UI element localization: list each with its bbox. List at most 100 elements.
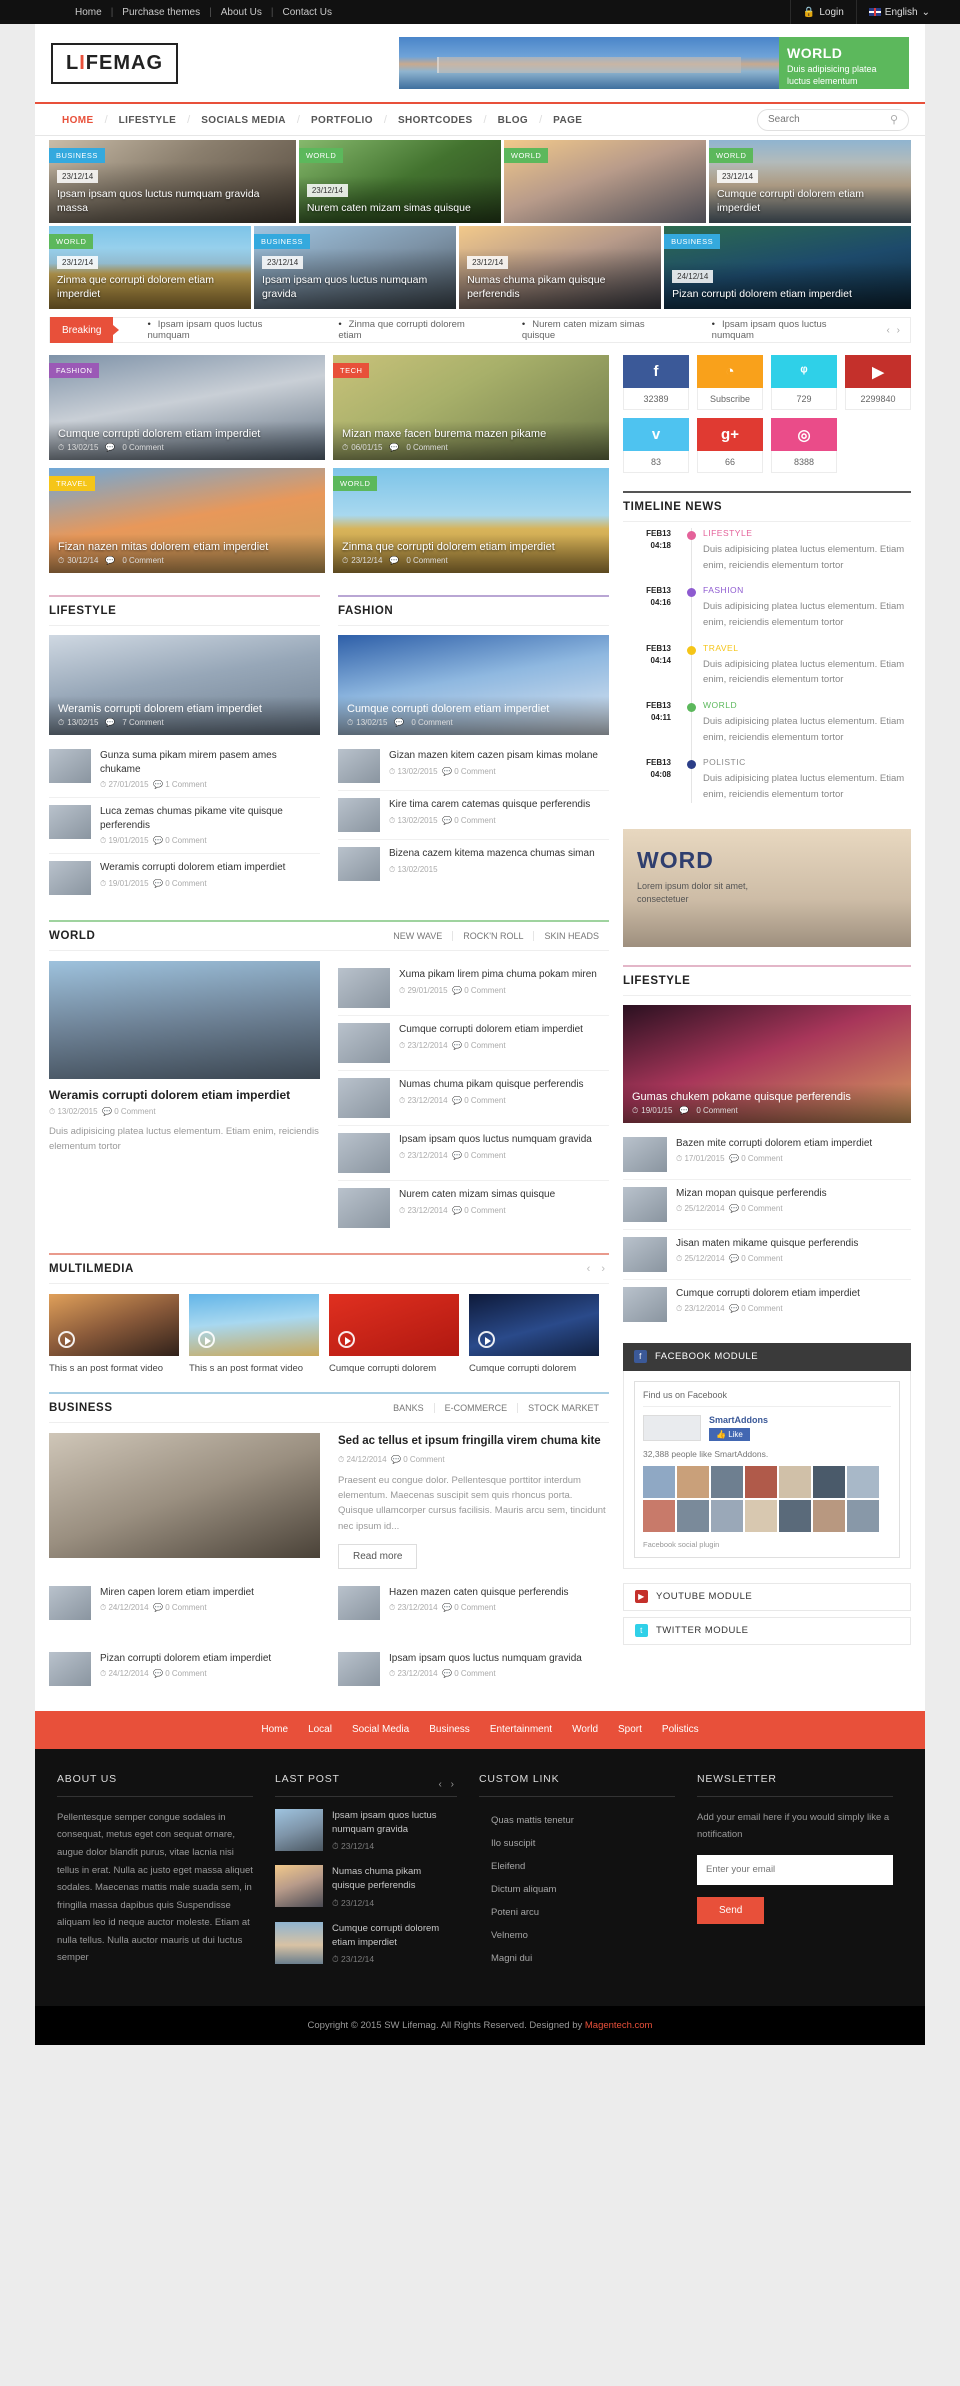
list-item[interactable]: Xuma pikam lirem pima chuma pokam miren⏱… [338,961,609,1016]
list-item[interactable]: Gunza suma pikam mirem pasem ames chukam… [49,742,320,798]
search-input[interactable] [768,114,890,125]
header-banner[interactable]: WORLD Duis adipisicing platea luctus ele… [399,37,909,89]
footer-post[interactable]: Cumque corrupti dolorem etiam imperdiet⏱… [275,1922,457,1966]
featured-post[interactable]: FASHION Cumque corrupti dolorem etiam im… [49,355,325,460]
post-title[interactable]: Cumque corrupti dolorem etiam imperdiet [347,703,600,715]
custom-link-item[interactable]: Poteni arcu [479,1901,675,1924]
timeline-category[interactable]: POLISTIC [703,757,911,767]
read-more-button[interactable]: Read more [338,1544,417,1569]
post-title[interactable]: Nurem caten mizam simas quisque [399,1188,555,1202]
timeline-item[interactable]: FEB1304:16 FASHIONDuis adipisicing plate… [623,585,911,642]
post-title[interactable]: Weramis corrupti dolorem etiam imperdiet [100,861,285,875]
post-title[interactable]: Ipsam ipsam quos luctus numquam gravida [332,1809,457,1837]
hero-tile[interactable]: WORLD [504,140,706,223]
hero-tile[interactable]: WORLD 23/12/14 Cumque corrupti dolorem e… [709,140,911,223]
module-youtube-header[interactable]: ▶ YOUTUBE MODULE [623,1583,911,1611]
top-link-about[interactable]: About Us [212,7,271,18]
post-title[interactable]: Ipsam ipsam quos luctus numquam gravida [399,1133,592,1147]
social-vimeo[interactable]: v83 [623,418,689,473]
timeline-category[interactable]: TRAVEL [703,643,911,653]
post-title[interactable]: Fizan nazen mitas dolorem etiam imperdie… [58,541,316,553]
tab-e-commerce[interactable]: E-COMMERCE [434,1403,518,1413]
list-item[interactable]: Bazen mite corrupti dolorem etiam imperd… [623,1130,911,1180]
feature-image[interactable] [49,1433,320,1558]
footer-nav-world[interactable]: World [562,1724,608,1735]
category-badge[interactable]: WORLD [333,476,377,491]
featured-post[interactable]: WORLD Zinma que corrupti dolorem etiam i… [333,468,609,573]
post-title[interactable]: Pizan corrupti dolorem etiam imperdiet [100,1652,271,1666]
post-title[interactable]: Nurem caten mizam simas quisque [307,201,493,215]
newsletter-send-button[interactable]: Send [697,1897,764,1924]
carousel-arrows[interactable]: ‹ › [587,1263,609,1275]
custom-link-item[interactable]: Ilo suscipit [479,1832,675,1855]
post-title[interactable]: Miren capen lorem etiam imperdiet [100,1586,254,1600]
list-item[interactable]: Miren capen lorem etiam imperdiet⏱ 24/12… [49,1579,320,1627]
nav-item-lifestyle[interactable]: LIFESTYLE [108,114,188,126]
timeline-item[interactable]: FEB1304:14 TRAVELDuis adipisicing platea… [623,643,911,700]
list-item[interactable]: Nurem caten mizam simas quisque⏱ 23/12/2… [338,1181,609,1235]
widget-hero-post[interactable]: Gumas chukem pokame quisque perferendis … [623,1005,911,1123]
post-title[interactable]: Cumque corrupti dolorem etiam imperdiet [676,1287,860,1301]
post-title[interactable]: Ipsam ipsam quos luctus numquam gravida [389,1652,582,1666]
post-title[interactable]: Numas chuma pikam quisque perferendis [332,1865,457,1893]
site-logo[interactable]: LIFEMAG [51,43,178,84]
nav-item-page[interactable]: PAGE [542,114,593,126]
post-title[interactable]: Bazen mite corrupti dolorem etiam imperd… [676,1137,872,1151]
list-item[interactable]: Cumque corrupti dolorem etiam imperdiet⏱… [338,1016,609,1071]
post-title[interactable]: Kire tima carem catemas quisque perferen… [389,798,590,812]
tab-rock-n-roll[interactable]: ROCK'N ROLL [452,931,533,941]
top-link-purchase[interactable]: Purchase themes [113,7,209,18]
facebook-like-button[interactable]: 👍 Like [709,1428,750,1441]
footer-nav-home[interactable]: Home [251,1724,298,1735]
hero-tile[interactable]: WORLD 23/12/14 Nurem caten mizam simas q… [299,140,501,223]
custom-link-item[interactable]: Dictum aliquam [479,1878,675,1901]
nav-item-portfolio[interactable]: PORTFOLIO [300,114,384,126]
list-item[interactable]: Numas chuma pikam quisque perferendis⏱ 2… [338,1071,609,1126]
list-item[interactable]: Luca zemas chumas pikame vite quisque pe… [49,798,320,854]
post-title[interactable]: Sed ac tellus et ipsum fringilla virem c… [338,1433,609,1449]
list-item[interactable]: Cumque corrupti dolorem etiam imperdiet⏱… [623,1280,911,1329]
breaking-nav-arrows[interactable]: ‹ › [887,325,910,336]
breaking-item[interactable]: Zinma que corrupti dolorem etiam [322,319,506,341]
section-hero-post[interactable]: Weramis corrupti dolorem etiam imperdiet… [49,635,320,735]
post-title[interactable]: Luca zemas chumas pikame vite quisque pe… [100,805,320,832]
breaking-item[interactable]: Nurem caten mizam simas quisque [506,319,696,341]
timeline-category[interactable]: LIFESTYLE [703,528,911,538]
play-icon[interactable] [478,1331,495,1348]
post-title[interactable]: Zinma que corrupti dolorem etiam imperdi… [57,273,243,301]
footer-nav-polistics[interactable]: Polistics [652,1724,709,1735]
video-item[interactable]: Cumque corrupti dolorem [329,1294,459,1374]
tab-banks[interactable]: BANKS [383,1403,434,1413]
post-title[interactable]: Gumas chukem pokame quisque perferendis [632,1091,902,1103]
timeline-item[interactable]: FEB1304:11 WORLDDuis adipisicing platea … [623,700,911,757]
list-item[interactable]: Gizan mazen kitem cazen pisam kimas mola… [338,742,609,791]
footer-post[interactable]: Numas chuma pikam quisque perferendis⏱ 2… [275,1865,457,1909]
category-badge[interactable]: TRAVEL [49,476,95,491]
module-twitter-header[interactable]: t TWITTER MODULE [623,1617,911,1645]
post-title[interactable]: Ipsam ipsam quos luctus numquam gravida [262,273,448,301]
login-button[interactable]: 🔒Login [790,0,856,24]
nav-item-home[interactable]: HOME [51,114,105,126]
category-badge[interactable]: FASHION [49,363,99,378]
custom-link-item[interactable]: Quas mattis tenetur [479,1809,675,1832]
custom-link-item[interactable]: Eleifend [479,1855,675,1878]
post-title[interactable]: Cumque corrupti dolorem etiam imperdiet [332,1922,457,1950]
sidebar-ad-banner[interactable]: WORD Lorem ipsum dolor sit amet, consect… [623,829,911,947]
carousel-arrows[interactable]: ‹ › [439,1779,457,1790]
play-icon[interactable] [338,1331,355,1348]
custom-link-item[interactable]: Velnemo [479,1924,675,1947]
hero-tile[interactable]: WORLD 23/12/14 Zinma que corrupti dolore… [49,226,251,309]
category-badge[interactable]: WORLD [299,148,343,163]
footer-nav-business[interactable]: Business [419,1724,480,1735]
category-badge[interactable]: TECH [333,363,369,378]
top-link-home[interactable]: Home [66,7,111,18]
search-box[interactable]: ⚲ [757,109,909,131]
list-item[interactable]: Bizena cazem kitema mazenca chumas siman… [338,840,609,888]
hero-tile[interactable]: 23/12/14 Numas chuma pikam quisque perfe… [459,226,661,309]
list-item[interactable]: Weramis corrupti dolorem etiam imperdiet… [49,854,320,902]
category-badge[interactable]: WORLD [504,148,548,163]
post-title[interactable]: Cumque corrupti dolorem etiam imperdiet [717,187,903,215]
list-item[interactable]: Mizan mopan quisque perferendis⏱ 25/12/2… [623,1180,911,1230]
post-title[interactable]: Weramis corrupti dolorem etiam imperdiet [49,1088,320,1102]
post-title[interactable]: Jisan maten mikame quisque perferendis [676,1237,858,1251]
